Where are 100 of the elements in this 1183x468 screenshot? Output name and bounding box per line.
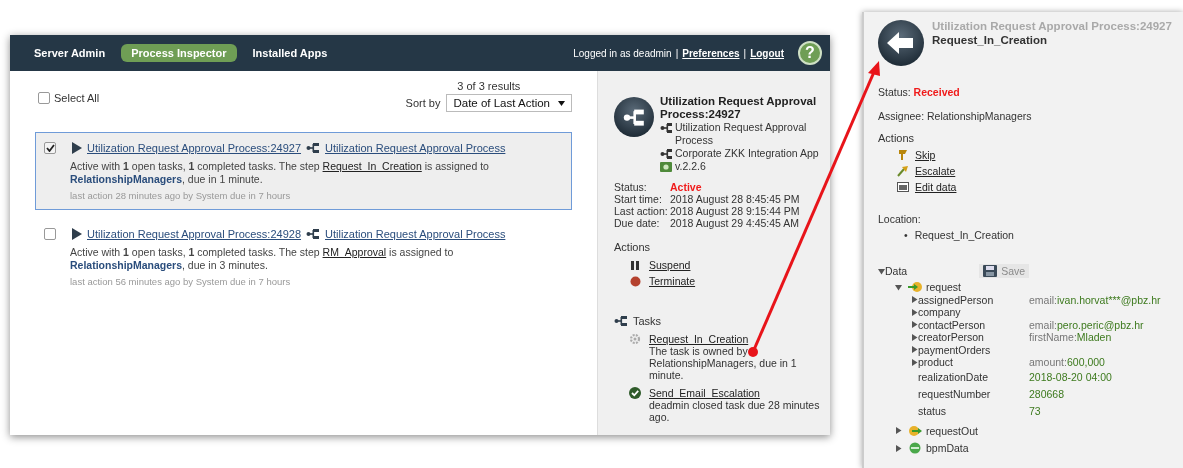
field-value: 2018 August 28 8:45:45 PM	[670, 193, 801, 205]
process-link[interactable]: Utilization Request Approval Process:24927	[87, 142, 301, 154]
preview-value: ivan.horvat***@pbz.hr	[1057, 293, 1161, 306]
field-value: 2018-08-20 04:00	[1029, 369, 1112, 385]
tree-node[interactable]: requestNumber	[918, 385, 1029, 403]
separator-text: |	[675, 47, 679, 59]
version-label: v.2.2.6	[675, 160, 706, 173]
process-model-icon	[660, 148, 672, 160]
edit-data-icon	[897, 181, 909, 193]
task-link[interactable]: Request_In_Creation	[649, 333, 824, 345]
process-link[interactable]: Utilization Request Approval Process:24928	[87, 228, 301, 240]
field-value: 73	[1029, 403, 1041, 419]
model-link[interactable]: Utilization Request Approval Process	[325, 228, 506, 240]
app-link[interactable]: Corporate ZKK Integration App	[675, 147, 819, 160]
select-all-label: Select All	[54, 92, 100, 104]
pause-icon	[630, 259, 641, 271]
actions-heading: Actions	[614, 241, 652, 253]
actions-heading: Actions	[878, 132, 916, 144]
process-summary: Active with 1 open tasks, 1 completed tasks. The step RM_Approval is assigned to RelationshipManagers, due in 3 minutes.	[69, 246, 455, 272]
process-meta: last action 56 minutes ago by System due in 7 hours	[69, 276, 292, 287]
process-model-icon	[614, 97, 654, 137]
tree-node[interactable]: paymentOrders	[918, 343, 1029, 356]
model-link[interactable]: Utilization Request Approval Process	[675, 121, 824, 147]
output-icon	[908, 424, 922, 437]
play-icon	[72, 142, 82, 154]
preview-label: email:	[1029, 318, 1057, 331]
data-icon	[908, 442, 922, 455]
camera-icon	[660, 161, 672, 172]
tree-node[interactable]: realizationDate	[918, 368, 1029, 386]
stop-icon	[630, 275, 641, 287]
action-link[interactable]: Terminate	[649, 273, 696, 289]
preview-value: Mladen	[1076, 331, 1112, 344]
task-link[interactable]: Send_Email_Escalation	[649, 387, 824, 399]
nav-tab[interactable]: Installed Apps	[242, 44, 338, 62]
tree-node[interactable]: product	[918, 356, 1029, 369]
task-title: Request_In_Creation	[932, 34, 1049, 46]
tasks-heading: Tasks	[633, 315, 662, 327]
process-card[interactable]	[35, 132, 572, 210]
tree-node[interactable]: status	[918, 402, 1029, 420]
process-title: Utilization Request Approval Process:24927	[660, 95, 818, 121]
caret-icon	[558, 100, 565, 106]
process-meta: last action 28 minutes ago by System due in 7 hours	[69, 190, 292, 201]
select-all-checkbox[interactable]	[38, 92, 50, 104]
sort-dropdown[interactable]: Date of Last Action	[446, 94, 572, 112]
field-label: Last action:	[614, 205, 669, 217]
tree-node[interactable]: company	[918, 306, 1029, 319]
process-model-icon	[306, 228, 320, 240]
step-link[interactable]: Request_In_Creation	[322, 160, 422, 172]
tree-node[interactable]: request	[926, 281, 962, 294]
step-link[interactable]: RM_Approval	[322, 246, 387, 258]
status-value: Received	[913, 86, 960, 98]
preview-value: 600,000	[1066, 356, 1105, 369]
action-link[interactable]: Suspend	[649, 257, 691, 273]
tree-node[interactable]: bpmData	[926, 442, 969, 455]
field-value: 2018 August 28 9:15:44 PM	[670, 205, 801, 217]
checkmark-icon	[45, 144, 55, 152]
bullet-mark: •	[904, 229, 908, 242]
sort-label: Sort by	[405, 97, 441, 109]
model-link[interactable]: Utilization Request Approval Process	[325, 142, 506, 154]
process-title: Utilization Request Approval Process:24927	[932, 20, 1172, 32]
separator-text: |	[743, 47, 747, 59]
account-link[interactable]: Preferences	[682, 47, 740, 59]
field-label: Status:	[614, 181, 648, 193]
gear-icon	[629, 333, 641, 345]
results-count: 3 of 3 results	[457, 80, 521, 92]
play-icon	[72, 228, 82, 240]
field-label: Due date:	[614, 217, 661, 229]
action-link[interactable]: Skip	[915, 147, 936, 163]
tree-node[interactable]: requestOut	[926, 424, 978, 437]
process-checkbox[interactable]	[44, 228, 56, 240]
field-value: 2018 August 29 4:45:45 AM	[670, 217, 801, 229]
input-icon	[908, 281, 922, 294]
task-description: The task is owned by RelationshipManagers, due in 1 minute.	[649, 345, 798, 381]
field-label: Start time:	[614, 193, 663, 205]
location-item: Request_In_Creation	[914, 229, 1014, 242]
check-circle-icon	[629, 387, 641, 399]
preview-label: amount:	[1029, 356, 1067, 369]
status-value: Active	[670, 181, 703, 193]
process-summary: Active with 1 open tasks, 1 completed tasks. The step Request_In_Creation is assigned to RelationshipManagers, due in 1 minute.	[69, 160, 490, 186]
preview-label: email:	[1029, 293, 1057, 306]
assignee-text: Assignee: RelationshipManagers	[878, 110, 1033, 122]
tree-node[interactable]: creatorPerson	[918, 331, 1029, 344]
field-value: 280668	[1029, 386, 1065, 402]
account-link[interactable]: Logout	[750, 47, 784, 59]
action-link[interactable]: Escalate	[915, 163, 956, 179]
data-heading: Data	[885, 265, 908, 277]
process-model-icon	[614, 315, 628, 327]
location-label: Location:	[878, 213, 922, 225]
action-link[interactable]: Edit data	[915, 179, 957, 195]
tree-node[interactable]: contactPerson	[918, 318, 1029, 331]
task-description: deadmin closed task due 28 minutes ago.	[649, 399, 821, 423]
tree-node[interactable]: assignedPerson	[918, 293, 1029, 306]
process-model-icon	[306, 142, 320, 154]
skip-icon	[897, 149, 909, 161]
process-checkbox[interactable]	[44, 142, 56, 154]
preview-value: pero.peric@pbz.hr	[1057, 318, 1144, 331]
escalate-icon	[897, 165, 909, 177]
preview-label: firstName:	[1029, 331, 1077, 344]
login-status: Logged in as deadmin	[573, 47, 672, 59]
nav-tab[interactable]: Server Admin	[24, 44, 116, 62]
